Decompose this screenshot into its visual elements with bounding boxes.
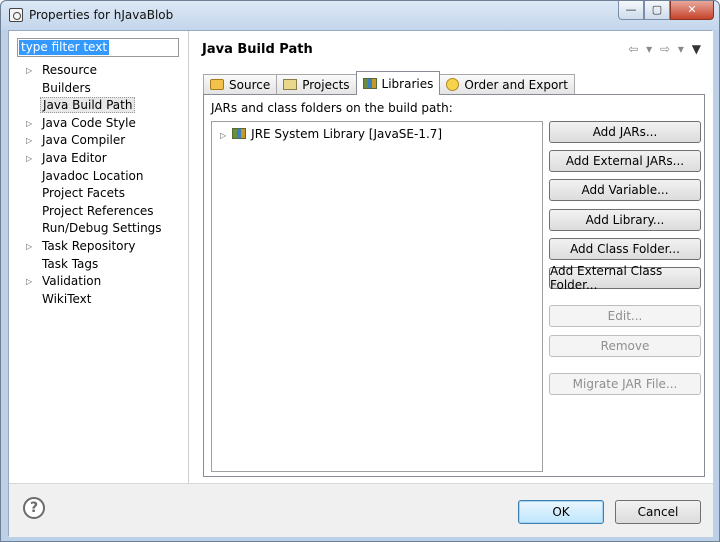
forward-arrow-icon[interactable]: ⇨ (660, 42, 672, 56)
properties-dialog: Properties for hJavaBlob — ▢ ✕ type filt… (0, 0, 720, 542)
property-pages-pane: type filter text ▷ Resource Builders Java B… (9, 31, 189, 483)
minimize-button[interactable]: — (618, 1, 644, 20)
add-variable-button[interactable]: Add Variable... (549, 179, 701, 201)
sidebar-item[interactable]: Javadoc Location (9, 168, 189, 186)
back-menu-icon[interactable]: ▾ (646, 42, 654, 56)
sidebar-item[interactable]: ▷ Java Editor (9, 150, 189, 168)
expand-arrow-icon[interactable]: ▷ (220, 131, 226, 140)
sidebar-item-label: Java Build Path (40, 97, 136, 114)
sidebar-item-label: Task Tags (42, 256, 99, 271)
sidebar-item-label: Run/Debug Settings (42, 221, 162, 236)
sidebar-item[interactable]: ▷ Validation (9, 273, 189, 291)
back-arrow-icon[interactable]: ⇦ (628, 42, 640, 56)
edit-button: Edit... (549, 305, 701, 327)
help-icon[interactable]: ? (23, 497, 45, 519)
entry-label: JRE System Library [JavaSE-1.7] (251, 127, 443, 141)
add-jars-button[interactable]: Add JARs... (549, 121, 701, 143)
sidebar-item-label: Java Editor (42, 150, 107, 165)
sidebar-item[interactable]: Project References (9, 203, 189, 221)
dialog-client-area: type filter text ▷ Resource Builders Java B… (8, 30, 713, 537)
sidebar-item-label: Validation (42, 274, 102, 289)
tab-projects[interactable]: Projects (276, 74, 357, 94)
expand-arrow-icon[interactable]: ▷ (26, 150, 32, 168)
maximize-button[interactable]: ▢ (644, 1, 670, 20)
window-controls: — ▢ ✕ (618, 1, 714, 21)
sidebar-item-label: Resource (42, 63, 98, 77)
tab-order-and-export[interactable]: Order and Export (439, 74, 575, 94)
add-class-folder-button[interactable]: Add Class Folder... (549, 238, 701, 260)
tab-libraries[interactable]: Libraries (355, 71, 441, 95)
sidebar-item-label: Java Compiler (42, 133, 126, 148)
build-path-tabs: Source Projects Libraries Order and Export (203, 71, 575, 95)
expand-arrow-icon[interactable]: ▷ (26, 238, 32, 256)
property-pages-tree: ▷ Resource Builders Java Build Path ▷ Java Co… (9, 62, 189, 308)
sidebar-item-label: Task Repository (42, 238, 136, 253)
sidebar-item-label: Java Code Style (42, 115, 136, 130)
tab-label: Libraries (381, 76, 434, 91)
window-title: Properties for hJavaBlob (29, 8, 174, 22)
page-title: Java Build Path (202, 42, 313, 57)
sidebar-item[interactable]: Builders (9, 80, 189, 98)
sidebar-item[interactable]: ▷ Resource (9, 62, 189, 80)
view-menu-icon[interactable]: ▼ (692, 42, 703, 56)
sidebar-item[interactable]: Task Tags (9, 256, 189, 274)
sidebar-item[interactable]: Run/Debug Settings (9, 220, 189, 238)
add-external-class-folder-button[interactable]: Add External Class Folder... (549, 264, 701, 292)
sidebar-item[interactable]: Java Build Path (9, 97, 189, 115)
sidebar-item[interactable]: Project Facets (9, 185, 189, 203)
libraries-tab-panel: JARs and class folders on the build path… (203, 94, 705, 477)
library-buttons: Add JARs... Add External JARs... Add Varia… (549, 95, 701, 475)
forward-menu-icon[interactable]: ▾ (678, 42, 686, 56)
expand-arrow-icon[interactable]: ▷ (26, 115, 32, 133)
filter-input-text: type filter text (19, 40, 110, 55)
sidebar-item-label: Javadoc Location (42, 168, 144, 183)
build-path-entry[interactable]: ▷ JRE System Library [JavaSE-1.7] (220, 126, 442, 142)
projects-icon (283, 79, 298, 90)
libraries-icon (362, 78, 377, 89)
remove-button: Remove (549, 335, 701, 357)
sidebar-item[interactable]: ▷ Task Repository (9, 238, 189, 256)
build-path-label: JARs and class folders on the build path… (211, 101, 453, 115)
library-icon (232, 128, 247, 139)
eclipse-icon (9, 8, 23, 22)
migrate-jar-file-button: Migrate JAR File... (549, 373, 701, 395)
sidebar-item[interactable]: ▷ Java Compiler (9, 132, 189, 150)
title-bar[interactable]: Properties for hJavaBlob — ▢ ✕ (1, 1, 719, 30)
sidebar-item[interactable]: ▷ Java Code Style (9, 115, 189, 133)
expand-arrow-icon[interactable]: ▷ (26, 62, 32, 80)
dialog-button-bar: ? OK Cancel (9, 483, 713, 537)
ok-button[interactable]: OK (518, 500, 604, 524)
sidebar-item[interactable]: WikiText (9, 291, 189, 309)
tab-label: Projects (302, 77, 350, 92)
java-build-path-page: Java Build Path ⇦ ▾ ⇨ ▾ ▼ Source Projects… (190, 31, 713, 483)
cancel-button[interactable]: Cancel (615, 500, 701, 524)
expand-arrow-icon[interactable]: ▷ (26, 273, 32, 291)
page-navigation: ⇦ ▾ ⇨ ▾ ▼ (628, 42, 703, 56)
sidebar-item-label: WikiText (42, 291, 92, 306)
order-export-icon (446, 78, 460, 91)
expand-arrow-icon[interactable]: ▷ (26, 132, 32, 150)
source-folder-icon (210, 79, 224, 90)
add-external-jars-button[interactable]: Add External JARs... (549, 150, 701, 172)
sidebar-item-label: Project Facets (42, 186, 125, 201)
tab-label: Order and Export (464, 77, 568, 92)
tab-label: Source (229, 77, 271, 92)
sidebar-item-label: Builders (42, 80, 91, 95)
filter-input[interactable]: type filter text (17, 38, 179, 57)
close-button[interactable]: ✕ (670, 1, 714, 20)
build-path-entries-list[interactable]: ▷ JRE System Library [JavaSE-1.7] (211, 121, 543, 472)
tab-source[interactable]: Source (203, 74, 278, 94)
sidebar-item-label: Project References (42, 203, 154, 218)
add-library-button[interactable]: Add Library... (549, 209, 701, 231)
